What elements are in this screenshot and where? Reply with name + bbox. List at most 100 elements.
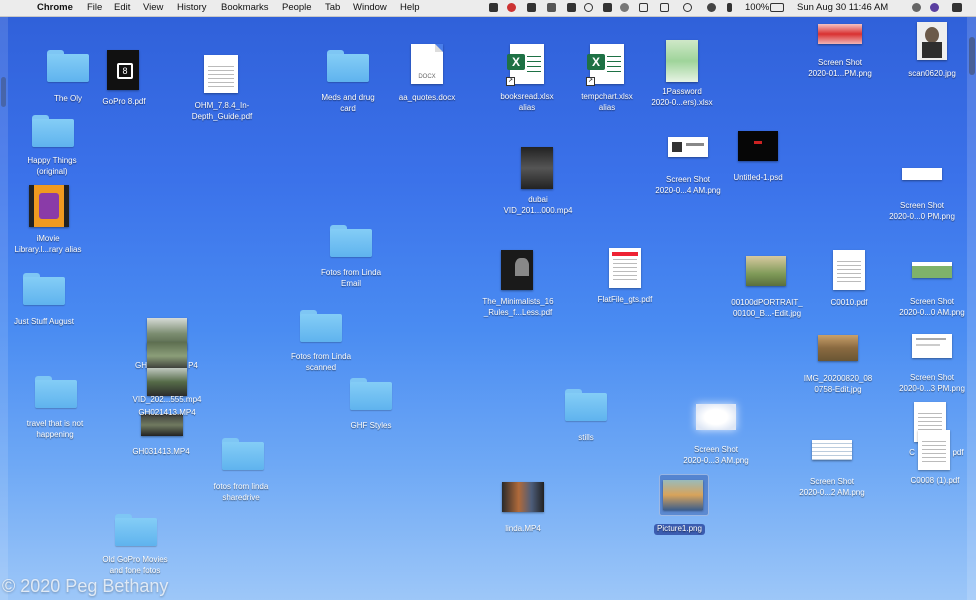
blurred-spreadsheet-thumbnail[interactable] [666,40,698,82]
item-label[interactable]: aa_quotes.docx [390,93,464,104]
item-label[interactable]: Screen Shot [788,477,876,488]
item-label[interactable]: GoPro 8.pdf [94,97,154,108]
item-label[interactable]: _Rules_f...Less.pdf [474,308,562,319]
item-label[interactable]: booksread.xlsx [490,92,564,103]
folder-icon[interactable] [565,389,607,421]
siri-icon[interactable] [930,3,939,12]
item-label[interactable]: GHF Styles [334,421,408,432]
menu-help[interactable]: Help [400,2,420,13]
item-label[interactable]: The Oly [40,94,96,105]
item-label[interactable]: Screen Shot [800,58,880,69]
item-label[interactable]: VID_202...555.mp4 [124,395,210,406]
item-label[interactable]: Untitled-1.psd [720,173,796,184]
photo-thumbnail[interactable] [746,256,786,286]
item-label[interactable]: iMovie [6,234,90,245]
pdf-file-icon[interactable]: 8 [107,50,139,90]
folder-icon[interactable] [115,514,157,546]
video-thumbnail[interactable] [147,342,187,370]
menu-people[interactable]: People [282,2,312,13]
item-label[interactable]: Fotos from Linda [308,268,394,279]
item-label[interactable]: fotos from linda [198,482,284,493]
item-label[interactable]: (original) [14,167,90,178]
screenshot-thumbnail[interactable] [912,334,952,358]
folder-icon[interactable] [327,50,369,82]
item-label[interactable]: Screen Shot [890,373,974,384]
item-label[interactable]: 2020-0...0 PM.png [880,212,964,223]
photo-thumbnail[interactable] [663,480,703,510]
menu-history[interactable]: History [177,2,207,13]
menu-file[interactable]: File [87,2,102,13]
docx-file-icon[interactable]: DOCX [411,44,443,84]
item-label[interactable]: VID_201...000.mp4 [495,206,581,217]
item-label[interactable]: Screen Shot [645,175,731,186]
item-label[interactable]: alias [570,103,644,114]
left-scroll-thumb[interactable] [1,77,6,107]
item-label[interactable]: 2020-01...PM.png [800,69,880,80]
screenshot-thumbnail[interactable] [902,168,942,180]
item-label[interactable]: P4 [186,361,200,372]
item-label[interactable]: 0758-Edit.jpg [794,385,882,396]
pdf-file-icon[interactable] [833,250,865,290]
display-icon[interactable] [639,3,648,12]
video-thumbnail[interactable] [147,368,187,396]
item-label[interactable]: C0008 (1).pdf [898,476,972,487]
item-label[interactable]: 2020-0...4 AM.png [645,186,731,197]
item-label[interactable]: card [310,104,386,115]
item-label[interactable]: Screen Shot [880,201,964,212]
item-label[interactable]: Library.l...rary alias [6,245,90,256]
excel-file-icon[interactable]: X ↗ [506,44,544,86]
item-label[interactable]: GH031413.MP4 [118,447,204,458]
item-label[interactable]: scanned [278,363,364,374]
cloud-upload-icon[interactable] [567,3,576,12]
item-label[interactable]: OHM_7.8.4_In- [180,101,264,112]
video-thumbnail[interactable] [502,482,544,512]
menu-edit[interactable]: Edit [114,2,130,13]
item-label[interactable]: stills [560,433,612,444]
gauge-icon[interactable] [584,3,593,12]
evernote-icon[interactable] [489,3,498,12]
item-label[interactable]: 2020-0...3 AM.png [672,456,760,467]
screenshot-thumbnail[interactable] [812,440,852,460]
item-label[interactable]: 00100dPORTRAIT_ [722,298,812,309]
item-label[interactable]: C0010.pdf [816,298,882,309]
folder-icon[interactable] [330,225,372,257]
folder-icon[interactable] [350,378,392,410]
item-label[interactable]: 00100_B...-Edit.jpg [722,309,812,320]
photo-thumbnail[interactable] [818,335,858,361]
item-label[interactable]: 2020-0...2 AM.png [788,488,876,499]
item-label[interactable]: FlatFile_gts.pdf [588,295,662,306]
sync-icon[interactable] [527,3,536,12]
menu-tab[interactable]: Tab [325,2,340,13]
menu-window[interactable]: Window [353,2,387,13]
scrollbar-thumb[interactable] [969,37,975,75]
time-machine-icon[interactable] [683,3,692,12]
item-label[interactable]: IMG_20200820_08 [794,374,882,385]
item-label[interactable]: pdf [950,448,966,459]
search-icon[interactable] [912,3,921,12]
item-label[interactable]: tempchart.xlsx [570,92,644,103]
battery-icon[interactable] [770,3,784,12]
item-label[interactable]: Email [308,279,394,290]
item-label[interactable]: Old GoPro Movies [90,555,180,566]
item-label[interactable]: Fotos from Linda [278,352,364,363]
menu-app-chrome[interactable]: Chrome [37,2,73,13]
item-label[interactable]: 1Password [640,87,724,98]
bluetooth-icon[interactable] [727,3,732,12]
folder-icon[interactable] [222,438,264,470]
folder-icon[interactable] [47,50,89,82]
imovie-library-icon[interactable] [29,185,69,227]
video-thumbnail[interactable] [521,147,553,189]
pdf-file-icon[interactable] [609,248,641,288]
wifi-icon[interactable] [707,3,716,12]
item-label[interactable]: 2020-0...3 PM.png [890,384,974,395]
folder-icon[interactable] [23,273,65,305]
screenshot-thumbnail[interactable] [668,137,708,157]
folder-icon[interactable] [300,310,342,342]
item-label[interactable]: dubai [495,195,581,206]
selected-item-label[interactable]: Picture1.png [654,524,705,535]
item-label[interactable]: 2020-0...ers).xlsx [640,98,724,109]
excel-file-icon[interactable]: X ↗ [586,44,624,86]
psd-thumbnail[interactable] [738,131,778,161]
item-label[interactable]: linda.MP4 [492,524,554,535]
cloud-icon[interactable] [620,3,629,12]
